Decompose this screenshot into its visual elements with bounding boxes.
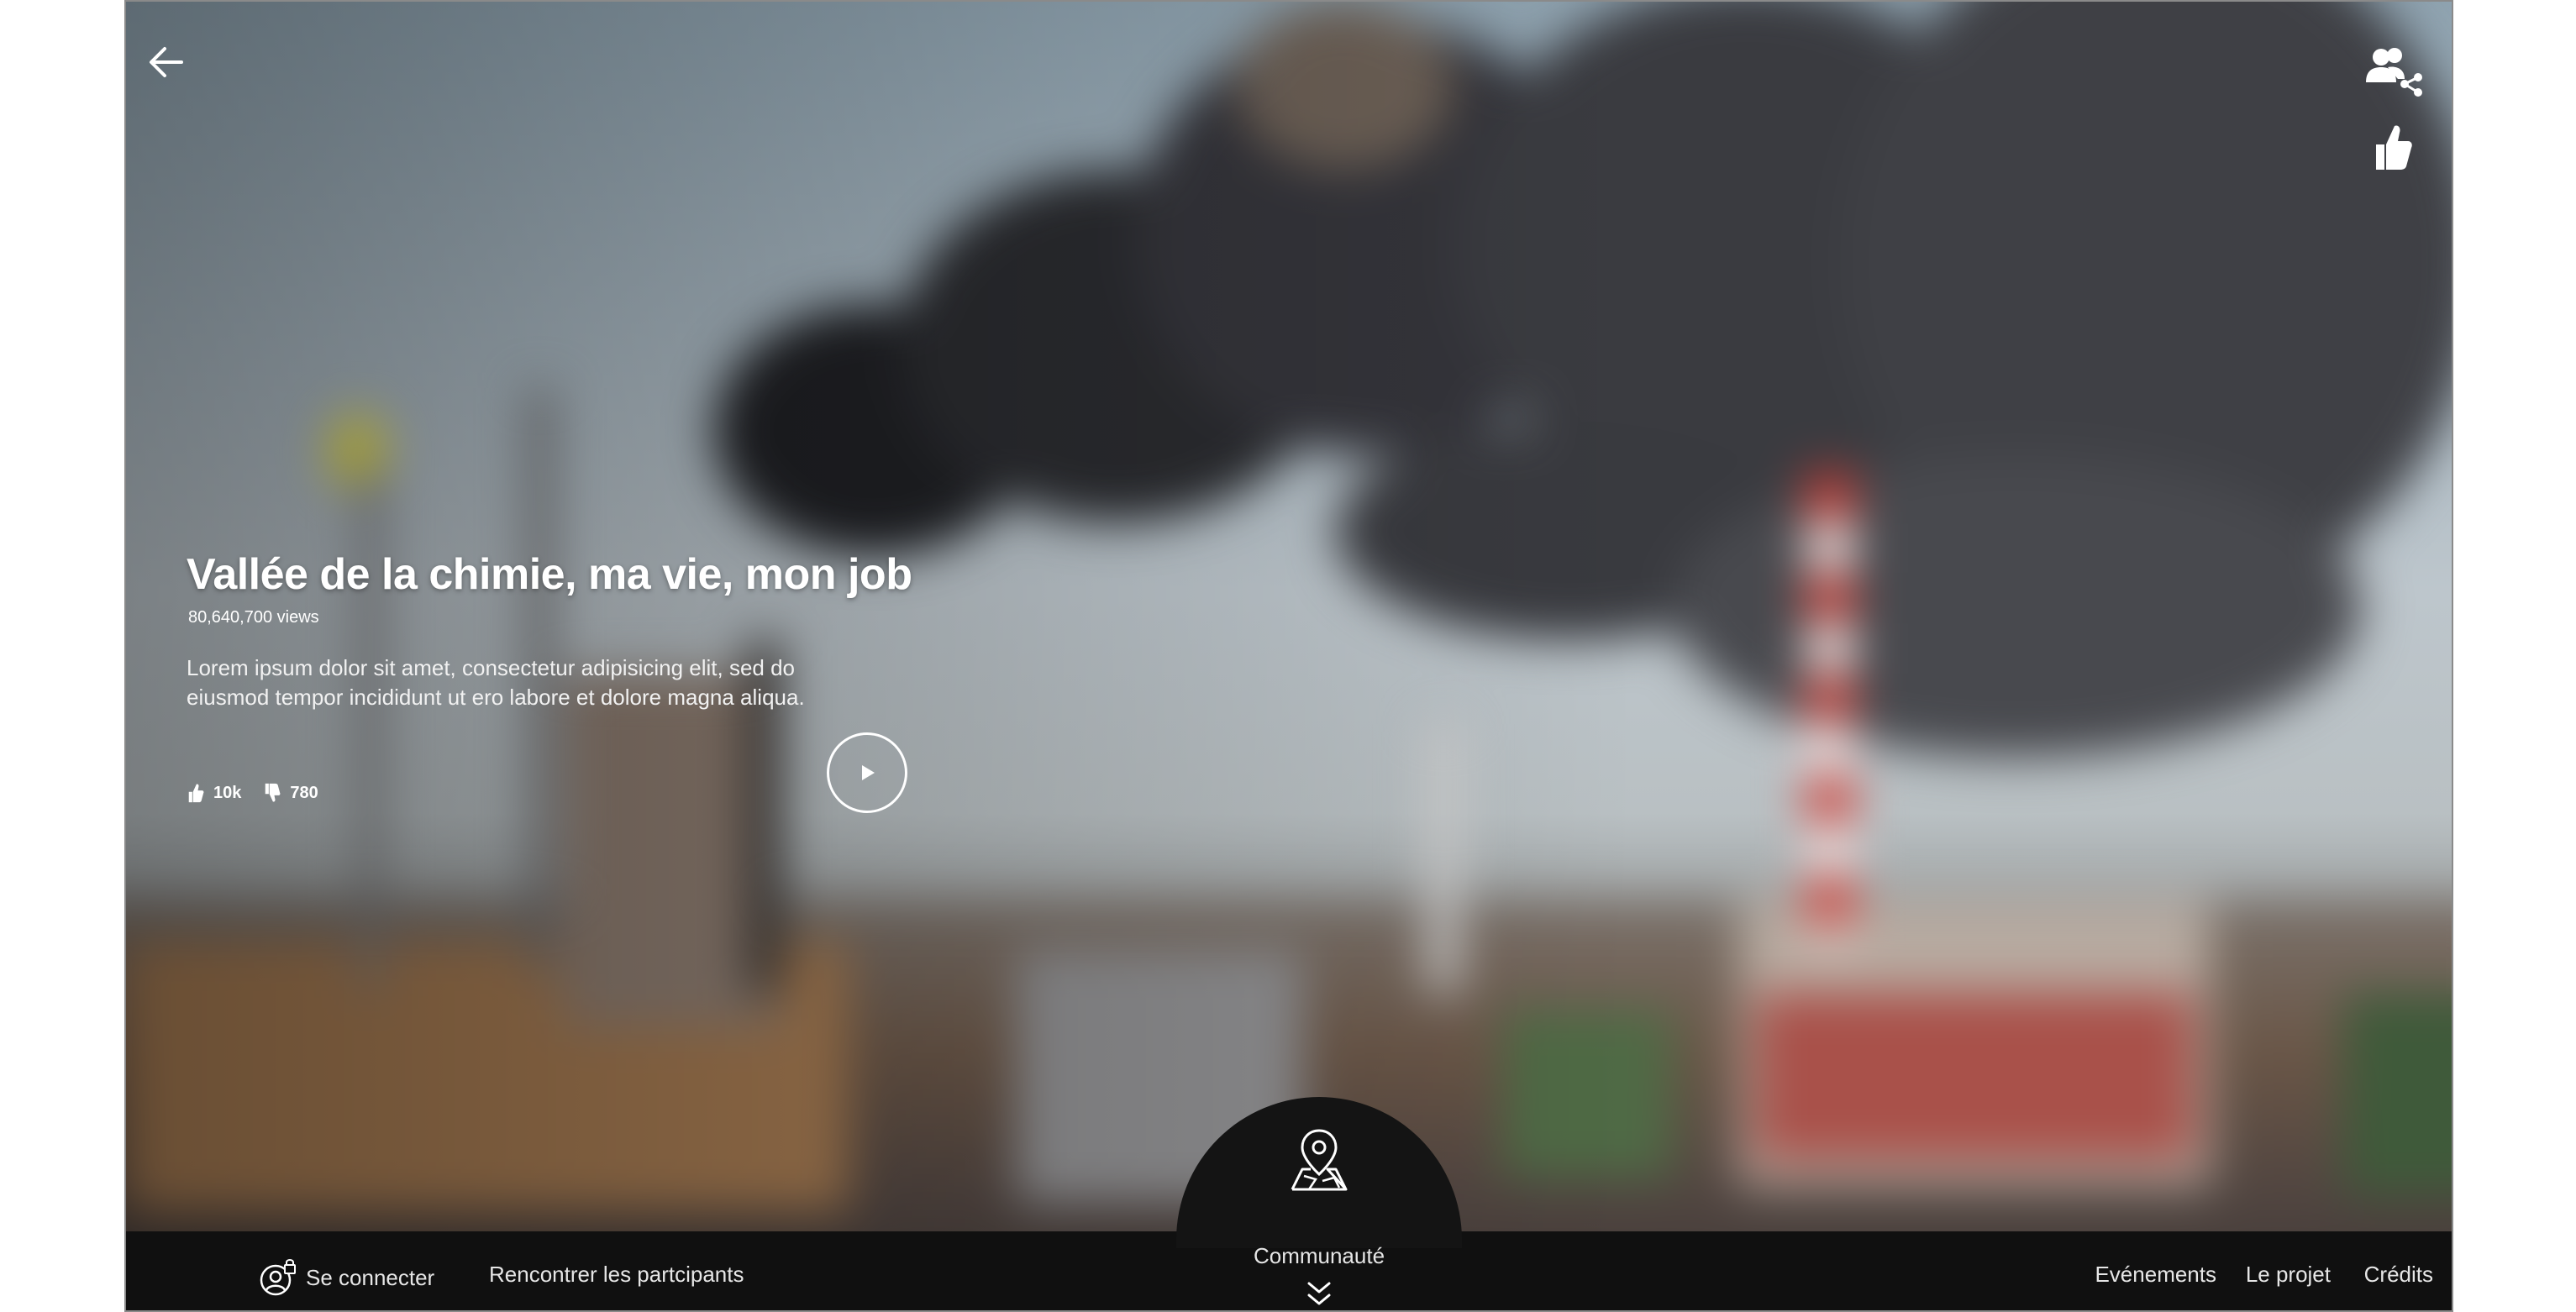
user-lock-icon xyxy=(260,1259,296,1296)
back-button[interactable] xyxy=(143,39,190,86)
video-stats: 10k 780 xyxy=(187,783,318,803)
share-button[interactable] xyxy=(2359,42,2426,101)
dislikes-stat[interactable]: 780 xyxy=(263,783,318,803)
events-link[interactable]: Evénements xyxy=(2095,1262,2216,1288)
thumbs-up-icon xyxy=(2376,125,2412,170)
view-count: 80,640,700 views xyxy=(188,608,319,627)
chevron-double-down-icon[interactable] xyxy=(1302,1280,1336,1309)
play-button[interactable] xyxy=(827,732,907,813)
video-hero: Vallée de la chimie, ma vie, mon job 80,… xyxy=(124,0,2453,1312)
project-link[interactable]: Le projet xyxy=(2246,1262,2331,1288)
dislikes-count: 780 xyxy=(290,783,318,802)
arrow-left-icon xyxy=(150,47,183,77)
login-link[interactable]: Se connecter xyxy=(259,1258,434,1297)
thumbs-up-icon xyxy=(188,784,204,803)
video-description: Lorem ipsum dolor sit amet, consectetur … xyxy=(187,655,805,710)
credits-link[interactable]: Crédits xyxy=(2364,1262,2433,1288)
like-button[interactable] xyxy=(2368,118,2418,176)
thumbs-down-icon xyxy=(265,783,281,802)
login-label: Se connecter xyxy=(306,1264,435,1290)
users-share-icon xyxy=(2366,48,2422,97)
meet-participants-link[interactable]: Rencontrer les partcipants xyxy=(489,1262,744,1288)
likes-count: 10k xyxy=(213,783,242,802)
play-icon xyxy=(862,765,875,780)
map-pin-icon xyxy=(1291,1129,1348,1191)
video-title: Vallée de la chimie, ma vie, mon job xyxy=(187,550,912,599)
community-label[interactable]: Communauté xyxy=(1210,1243,1428,1269)
likes-stat[interactable]: 10k xyxy=(187,783,241,803)
